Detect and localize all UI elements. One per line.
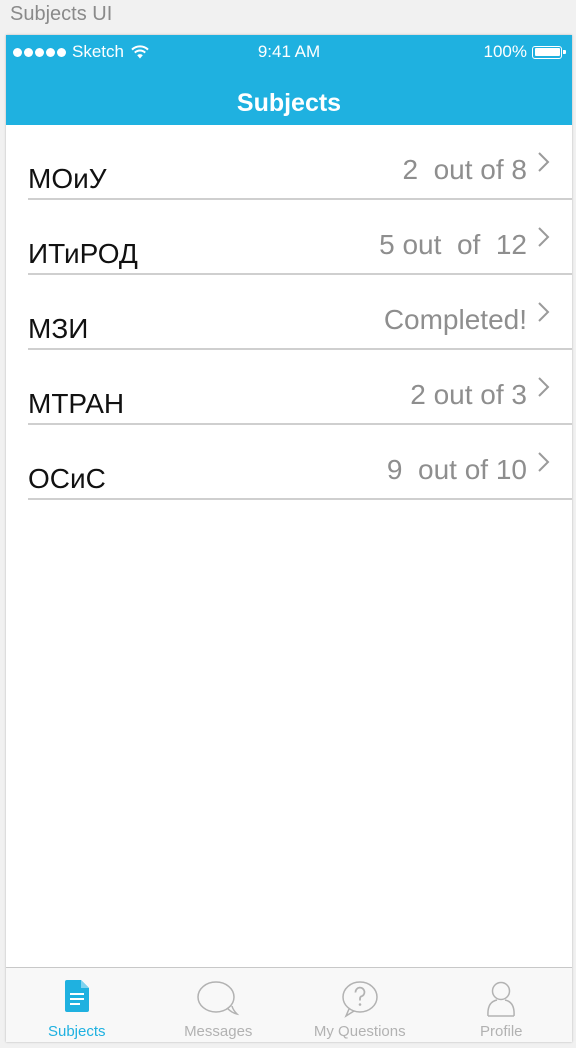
top-bar: Sketch 9:41 AM 100% Subjects [6, 35, 572, 125]
chevron-right-icon [538, 302, 550, 322]
tab-profile[interactable]: Profile [431, 968, 573, 1042]
document-icon [64, 980, 89, 1012]
row-divider [28, 498, 572, 500]
subject-progress: 9 out of 10 [386, 454, 527, 485]
subject-row[interactable]: МЗИ Completed! [6, 275, 572, 350]
subject-row[interactable]: МТРАН 2 out of 3 [6, 350, 572, 425]
subject-name: ОСиС [28, 463, 106, 494]
tab-label: Profile [479, 1023, 523, 1040]
page-title: Subjects [236, 89, 342, 117]
tab-bar: Subjects Messages My Questions Profile [6, 967, 572, 1042]
chat-bubble-icon [197, 981, 240, 1016]
subjects-list: МОиУ 2 out of 8 ИТиРОД 5 out of 12 МЗИ C… [6, 125, 572, 500]
status-bar: Sketch 9:41 AM 100% [6, 35, 572, 69]
chevron-right-icon [538, 452, 550, 472]
subject-row[interactable]: ОСиС 9 out of 10 [6, 425, 572, 500]
tab-label: Messages [184, 1023, 253, 1040]
question-bubble-icon [342, 981, 378, 1018]
tab-subjects[interactable]: Subjects [6, 968, 148, 1042]
subject-row[interactable]: МОиУ 2 out of 8 [6, 125, 572, 200]
status-right: 100% [483, 42, 566, 62]
subject-progress: 2 out of 3 [410, 379, 527, 410]
tab-label: Subjects [47, 1023, 106, 1040]
artboard-title: Subjects UI [10, 3, 113, 25]
person-icon [487, 981, 516, 1017]
subject-progress: 2 out of 8 [402, 154, 527, 185]
phone-screen: Sketch 9:41 AM 100% Subjects МОиУ 2 out … [6, 35, 572, 1042]
tab-label: My Questions [313, 1023, 406, 1040]
tab-messages[interactable]: Messages [148, 968, 290, 1042]
subject-progress: Completed! [383, 304, 527, 335]
subject-name: МЗИ [28, 313, 89, 344]
chevron-right-icon [538, 227, 550, 247]
chevron-right-icon [538, 377, 550, 397]
subject-name: ИТиРОД [28, 238, 138, 269]
subject-name: МОиУ [28, 163, 107, 194]
battery-icon [532, 45, 566, 59]
subject-name: МТРАН [28, 388, 125, 419]
chevron-right-icon [538, 152, 550, 172]
subject-progress: 5 out of 12 [379, 229, 527, 260]
tab-my-questions[interactable]: My Questions [289, 968, 431, 1042]
subject-row[interactable]: ИТиРОД 5 out of 12 [6, 200, 572, 275]
battery-percent: 100% [483, 42, 527, 61]
